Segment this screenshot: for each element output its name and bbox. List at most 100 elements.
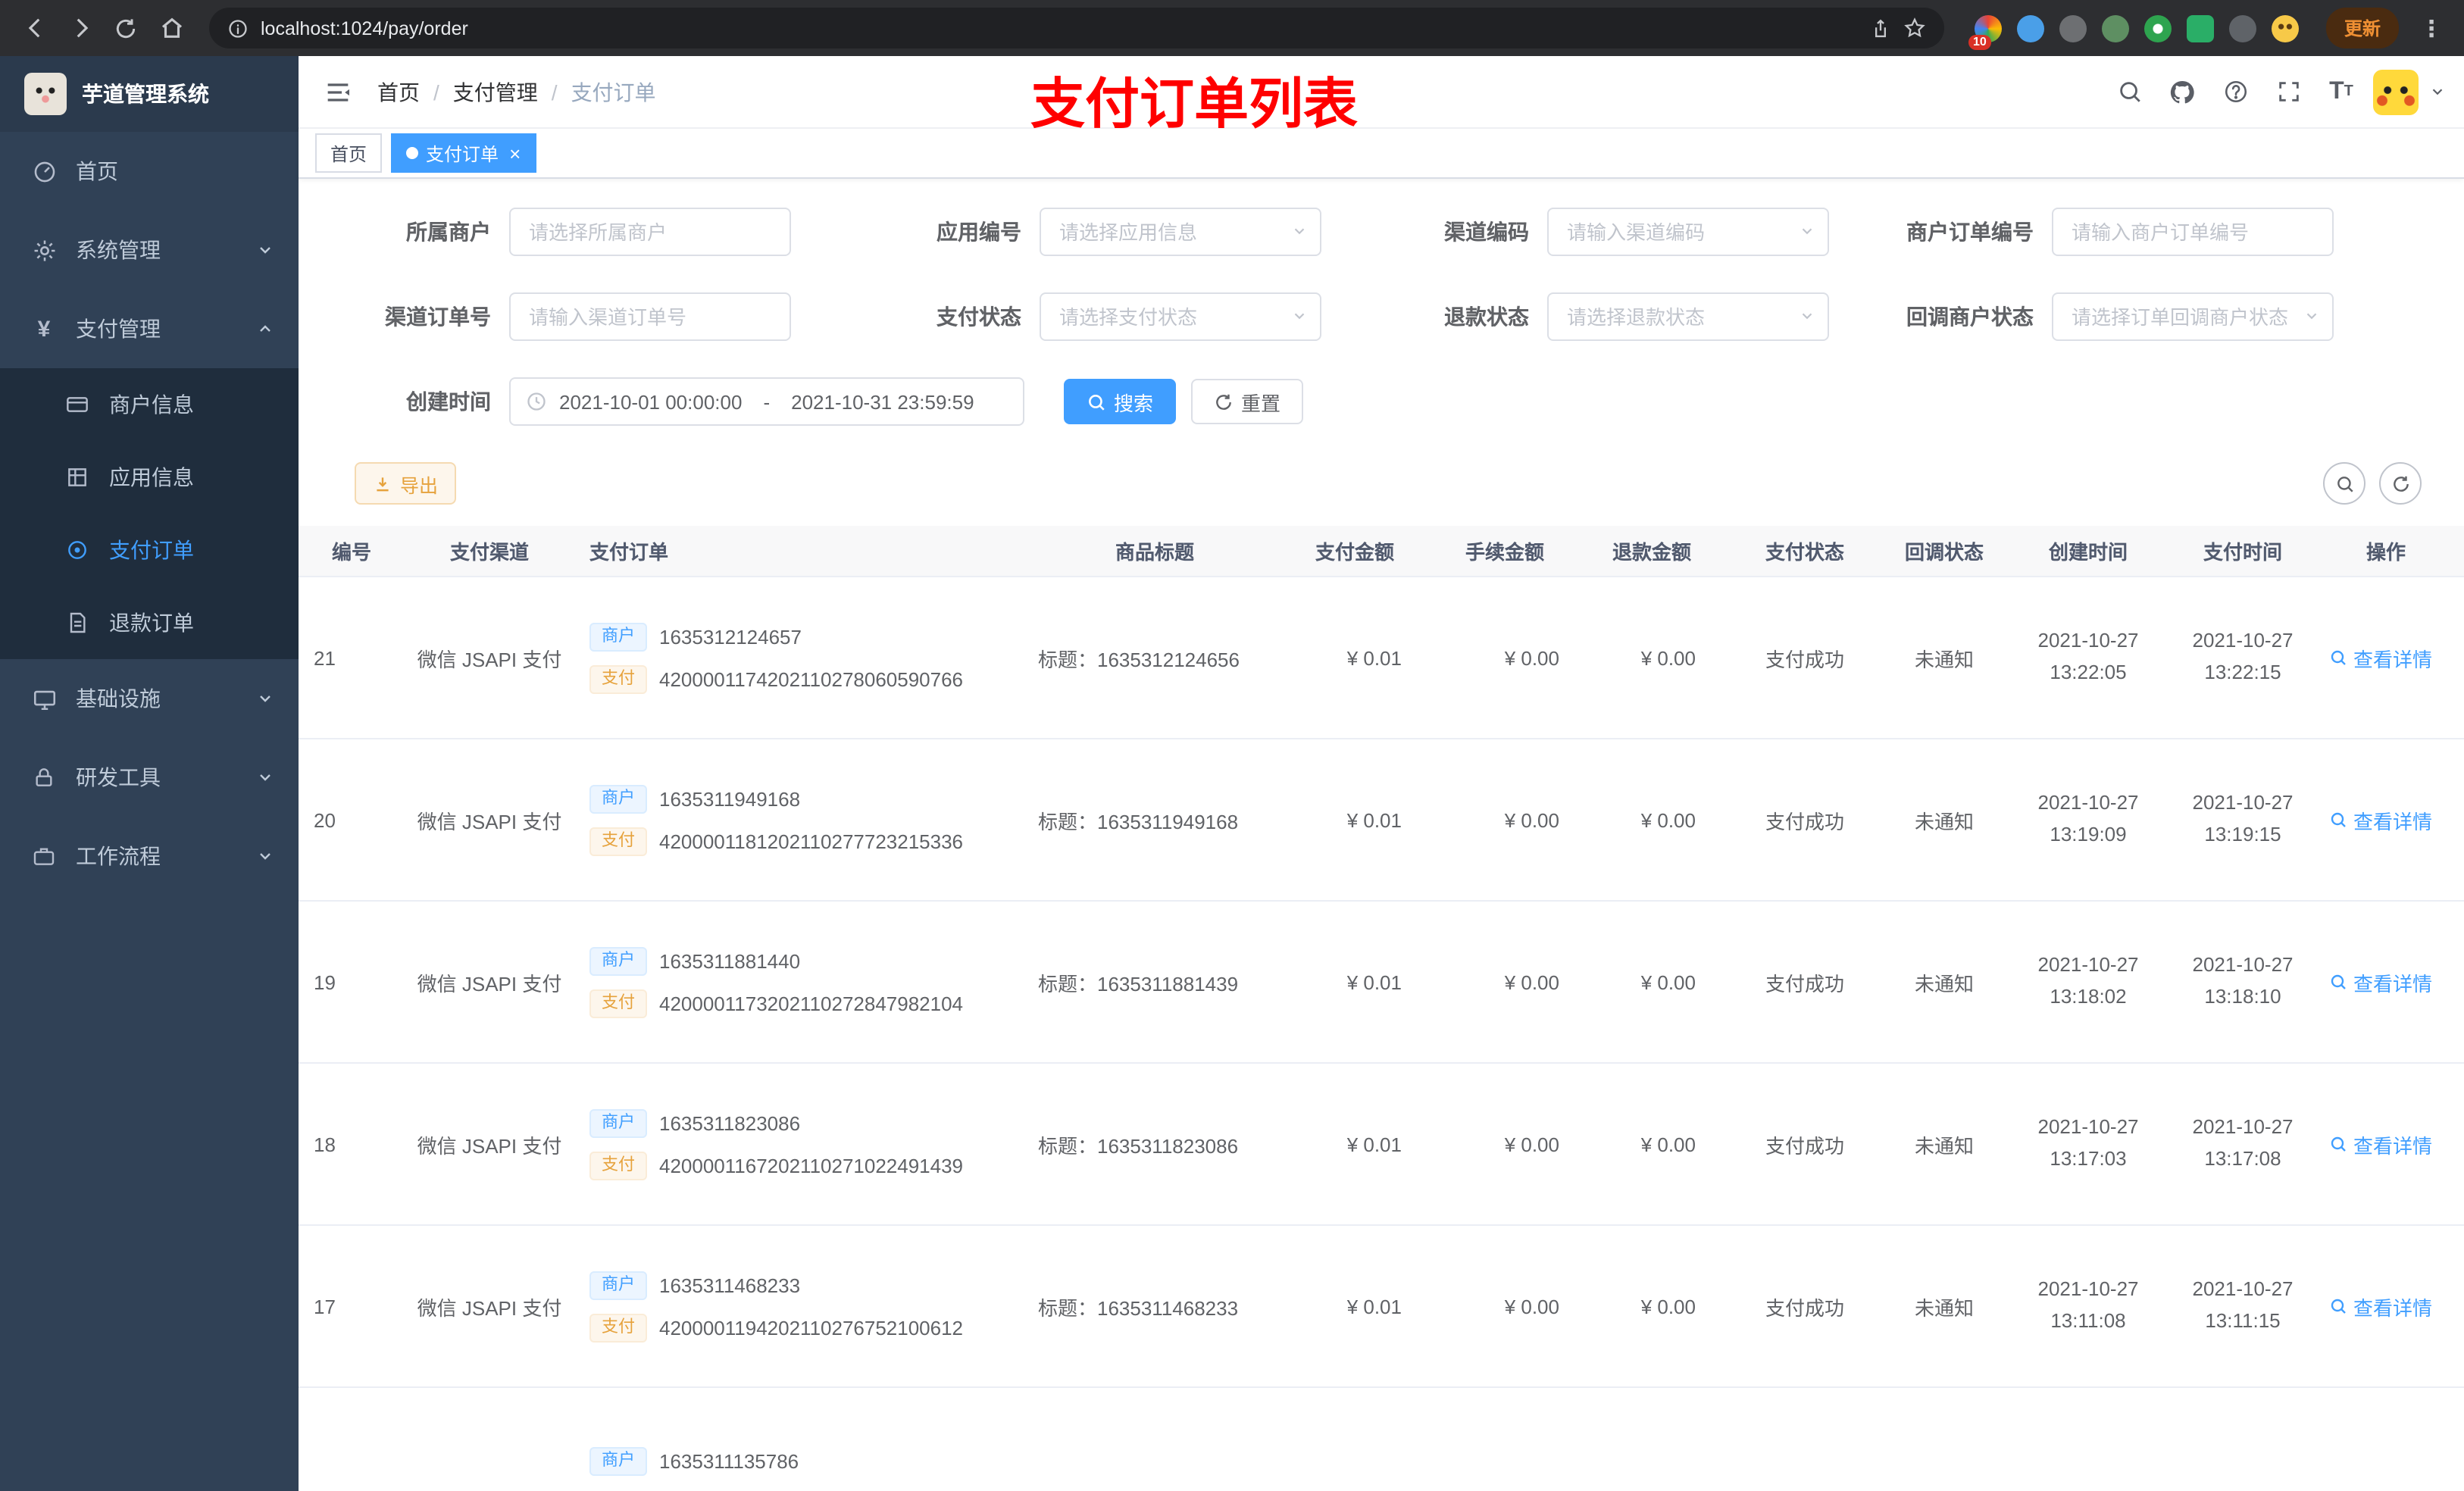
filter-channel-code-select[interactable]: [1547, 208, 1829, 256]
export-button[interactable]: 导出: [355, 462, 457, 505]
url-text: localhost:1024/pay/order: [261, 17, 468, 39]
pay-badge: 支付: [589, 827, 647, 855]
reload-icon[interactable]: [106, 8, 145, 48]
breadcrumb-separator: /: [433, 80, 439, 104]
font-size-icon[interactable]: TT: [2320, 70, 2362, 113]
filter-label: 创建时间: [406, 389, 491, 414]
merchant-badge: 商户: [589, 784, 647, 813]
merchant-badge: 商户: [589, 1108, 647, 1137]
extension-green-ring-icon[interactable]: [2143, 14, 2172, 42]
sidebar-item-infrastructure[interactable]: 基础设施: [0, 659, 299, 738]
extension-darkgreen-icon[interactable]: [2101, 14, 2129, 42]
filter-merchant-input[interactable]: [509, 208, 791, 256]
view-detail-link[interactable]: 查看详情: [2329, 1292, 2432, 1321]
merchant-badge: 商户: [589, 622, 647, 651]
sidebar-item-dev-tools[interactable]: 研发工具: [0, 738, 299, 817]
extension-blue-icon[interactable]: [2016, 14, 2044, 42]
app-logo[interactable]: 芋道管理系统: [0, 56, 299, 132]
share-icon[interactable]: [1870, 17, 1891, 39]
briefcase-icon: [30, 842, 58, 870]
view-detail-link[interactable]: 查看详情: [2329, 805, 2432, 834]
cell-actions: 查看详情: [2308, 643, 2464, 672]
sidebar-item-system[interactable]: 系统管理: [0, 211, 299, 289]
gear-icon: [30, 236, 58, 264]
merchant-badge: 商户: [589, 1447, 647, 1476]
github-icon[interactable]: [2161, 70, 2203, 113]
extension-pinned-icon[interactable]: 10: [1968, 14, 2002, 49]
breadcrumb-home[interactable]: 首页: [377, 77, 420, 107]
close-tag-icon[interactable]: ×: [509, 143, 521, 163]
url-bar[interactable]: localhost:1024/pay/order: [209, 8, 1944, 48]
sidebar-item-merchant-info[interactable]: 商户信息: [0, 368, 299, 441]
cell-status: 支付成功: [1765, 972, 1844, 995]
sidebar-item-home[interactable]: 首页: [0, 132, 299, 211]
cell-pay-time: 2021-10-27 13:17:08: [2192, 1115, 2294, 1170]
cell-fee: ¥ 0.00: [1504, 1133, 1559, 1155]
extension-face-icon[interactable]: [2271, 14, 2299, 42]
pay-badge: 支付: [589, 1313, 647, 1342]
extension-gray-icon[interactable]: [2059, 14, 2087, 42]
filter-app-select[interactable]: [1040, 208, 1321, 256]
view-detail-link[interactable]: 查看详情: [2329, 967, 2432, 996]
tag-pay-order[interactable]: 支付订单 ×: [391, 133, 536, 173]
cell-id: 17: [314, 1295, 336, 1318]
collapse-sidebar-icon[interactable]: [323, 77, 353, 107]
clock-icon: [526, 391, 547, 412]
avatar[interactable]: [2373, 69, 2419, 114]
toggle-search-icon[interactable]: [2323, 462, 2366, 505]
filter-callback-status-select[interactable]: [2052, 292, 2334, 341]
back-icon[interactable]: [15, 8, 55, 48]
sidebar-item-pay-order[interactable]: 支付订单: [0, 514, 299, 586]
forward-icon[interactable]: [61, 8, 100, 48]
sidebar-item-workflow[interactable]: 工作流程: [0, 817, 299, 896]
cell-fee: ¥ 0.00: [1504, 1295, 1559, 1318]
filter-pay-status-select[interactable]: [1040, 292, 1321, 341]
sidebar-item-label: 应用信息: [109, 465, 194, 489]
site-info-icon[interactable]: [227, 17, 249, 39]
cell-title: 标题：1635312124656: [1038, 648, 1240, 670]
date-start: 2021-10-01 00:00:00: [559, 390, 743, 413]
browser-menu-icon[interactable]: ⋮: [2414, 14, 2449, 42]
breadcrumb-pay-management[interactable]: 支付管理: [453, 77, 538, 107]
view-detail-link[interactable]: 查看详情: [2329, 643, 2432, 672]
target-icon: [64, 536, 91, 564]
filter-channel-order-input[interactable]: [509, 292, 791, 341]
merchant-order-no: 1635312124657: [659, 625, 802, 648]
reset-button[interactable]: 重置: [1191, 379, 1304, 424]
cell-refund: ¥ 0.00: [1640, 1295, 1696, 1318]
navbar-actions: TT: [2108, 69, 2446, 114]
search-button[interactable]: 搜索: [1064, 379, 1177, 424]
grid-icon: [64, 464, 91, 491]
extension-badge: 10: [1968, 34, 1991, 49]
cell-id: 19: [314, 971, 336, 993]
table-row: 19 微信 JSAPI 支付 商户 1635311881440 支付 42000…: [299, 902, 2464, 1064]
refresh-table-icon[interactable]: [2379, 462, 2422, 505]
sidebar-item-refund-order[interactable]: 退款订单: [0, 586, 299, 659]
fullscreen-icon[interactable]: [2267, 70, 2309, 113]
tags-bar: 首页 支付订单 ×: [299, 129, 2464, 179]
extensions-area: 10: [1962, 14, 2311, 49]
search-icon[interactable]: [2108, 70, 2150, 113]
tag-home[interactable]: 首页: [315, 133, 383, 173]
help-icon[interactable]: [2214, 70, 2256, 113]
dashboard-icon: [30, 158, 58, 185]
col-amount: 支付金额: [1315, 541, 1394, 564]
cell-pay-time: 2021-10-27 13:22:15: [2192, 629, 2294, 683]
sidebar-item-label: 研发工具: [76, 765, 161, 789]
sidebar-item-pay-management[interactable]: ¥ 支付管理: [0, 289, 299, 368]
filter-merchant-order-input[interactable]: [2052, 208, 2334, 256]
filter-create-time-range[interactable]: 2021-10-01 00:00:00 - 2021-10-31 23:59:5…: [509, 377, 1024, 426]
pay-order-no: 4200001173202110272847982104: [659, 992, 964, 1014]
home-icon[interactable]: [152, 8, 191, 48]
filter-label: 渠道订单号: [385, 305, 491, 329]
sidebar-item-app-info[interactable]: 应用信息: [0, 441, 299, 514]
extension-puzzle-icon[interactable]: [2228, 14, 2256, 42]
view-detail-link[interactable]: 查看详情: [2329, 1130, 2432, 1158]
chrome-update-button[interactable]: 更新: [2325, 8, 2399, 48]
filter-form: 所属商户 应用编号: [299, 179, 2464, 426]
extension-chat-icon[interactable]: [2186, 14, 2214, 42]
col-channel: 支付渠道: [449, 541, 529, 564]
bookmark-star-icon[interactable]: [1903, 17, 1926, 39]
avatar-caret-icon[interactable]: [2429, 83, 2446, 100]
filter-refund-status-select[interactable]: [1547, 292, 1829, 341]
